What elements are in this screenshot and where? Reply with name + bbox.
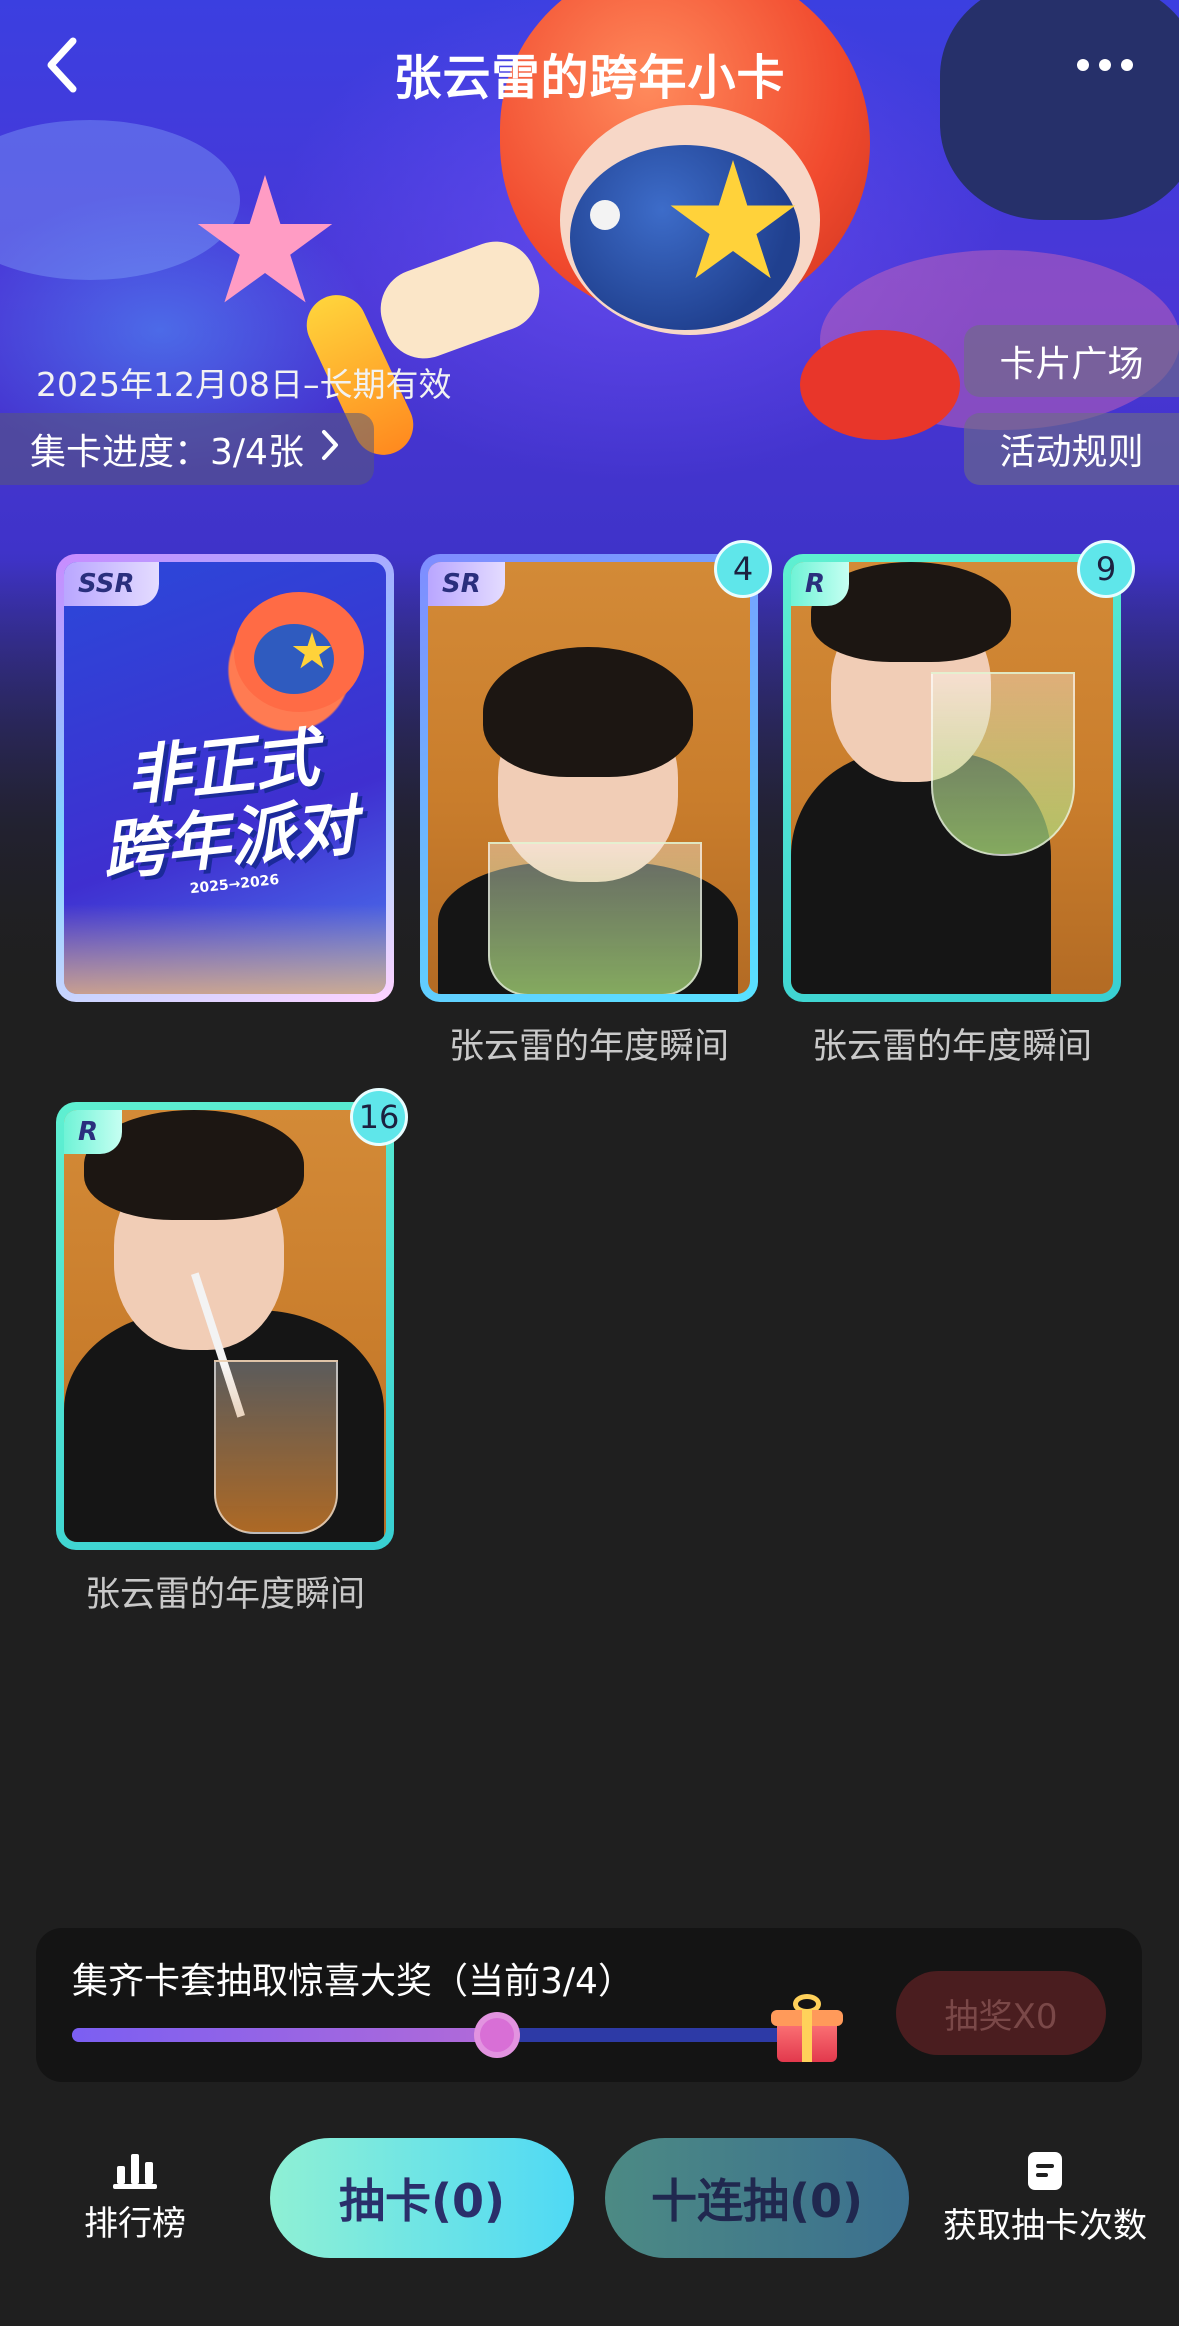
more-horizontal-icon xyxy=(1077,59,1089,71)
card-sr[interactable]: SR 4 xyxy=(420,540,772,1002)
leaderboard-button[interactable]: 排行榜 xyxy=(80,2150,190,2245)
card-caption: 张云雷的年度瞬间 xyxy=(811,1027,1092,1067)
leaderboard-label: 排行榜 xyxy=(84,2204,186,2244)
reward-progress-bar xyxy=(72,2012,832,2058)
card-caption: 张云雷的年度瞬间 xyxy=(448,1027,729,1067)
rarity-badge: SR xyxy=(428,562,505,606)
card-photo xyxy=(428,562,750,994)
card-r[interactable]: R 9 xyxy=(783,540,1135,1002)
card-count-badge: 9 xyxy=(1077,540,1135,598)
get-draws-button[interactable]: 获取抽卡次数 xyxy=(935,2150,1155,2247)
card-count-badge: 16 xyxy=(350,1088,408,1146)
gift-icon xyxy=(771,1992,843,2064)
validity-text: 2025年12月08日–长期有效 xyxy=(36,365,452,404)
reward-progress-fill xyxy=(72,2028,494,2042)
draw-card-button[interactable]: 抽卡(0) xyxy=(270,2138,574,2258)
page-title: 张云雷的跨年小卡 xyxy=(393,50,786,106)
lottery-button[interactable]: 抽奖X0 xyxy=(896,1971,1106,2055)
card-photo xyxy=(791,562,1113,994)
rarity-badge: SSR xyxy=(64,562,159,606)
rules-button[interactable]: 活动规则 xyxy=(964,413,1179,485)
reward-title: 集齐卡套抽取惊喜大奖（当前3/4） xyxy=(72,1961,634,2002)
rarity-badge: R xyxy=(64,1110,123,1154)
draw-ten-button[interactable]: 十连抽(0) xyxy=(605,2138,909,2258)
chevron-right-icon xyxy=(320,428,340,471)
card-ssr[interactable]: SSR 非正式 跨年派对 2025→2026 xyxy=(56,554,394,1002)
top-bar: 张云雷的跨年小卡 xyxy=(0,0,1179,130)
reward-panel: 集齐卡套抽取惊喜大奖（当前3/4） 抽奖X0 xyxy=(36,1928,1142,2082)
get-draws-label: 获取抽卡次数 xyxy=(943,2206,1147,2246)
card-r[interactable]: R 16 xyxy=(56,1088,408,1550)
bar-chart-icon xyxy=(113,2154,157,2189)
card-caption: 张云雷的年度瞬间 xyxy=(84,1575,365,1615)
reward-progress-knob xyxy=(474,2012,520,2058)
card-square-button[interactable]: 卡片广场 xyxy=(964,325,1179,397)
collection-progress[interactable]: 集卡进度：3/4张 xyxy=(0,413,374,485)
collection-progress-label: 集卡进度：3/4张 xyxy=(30,432,304,473)
document-icon xyxy=(1028,2152,1062,2190)
card-photo xyxy=(64,1110,386,1542)
rarity-badge: R xyxy=(791,562,850,606)
card-count-badge: 4 xyxy=(714,540,772,598)
more-button[interactable] xyxy=(1060,40,1150,90)
